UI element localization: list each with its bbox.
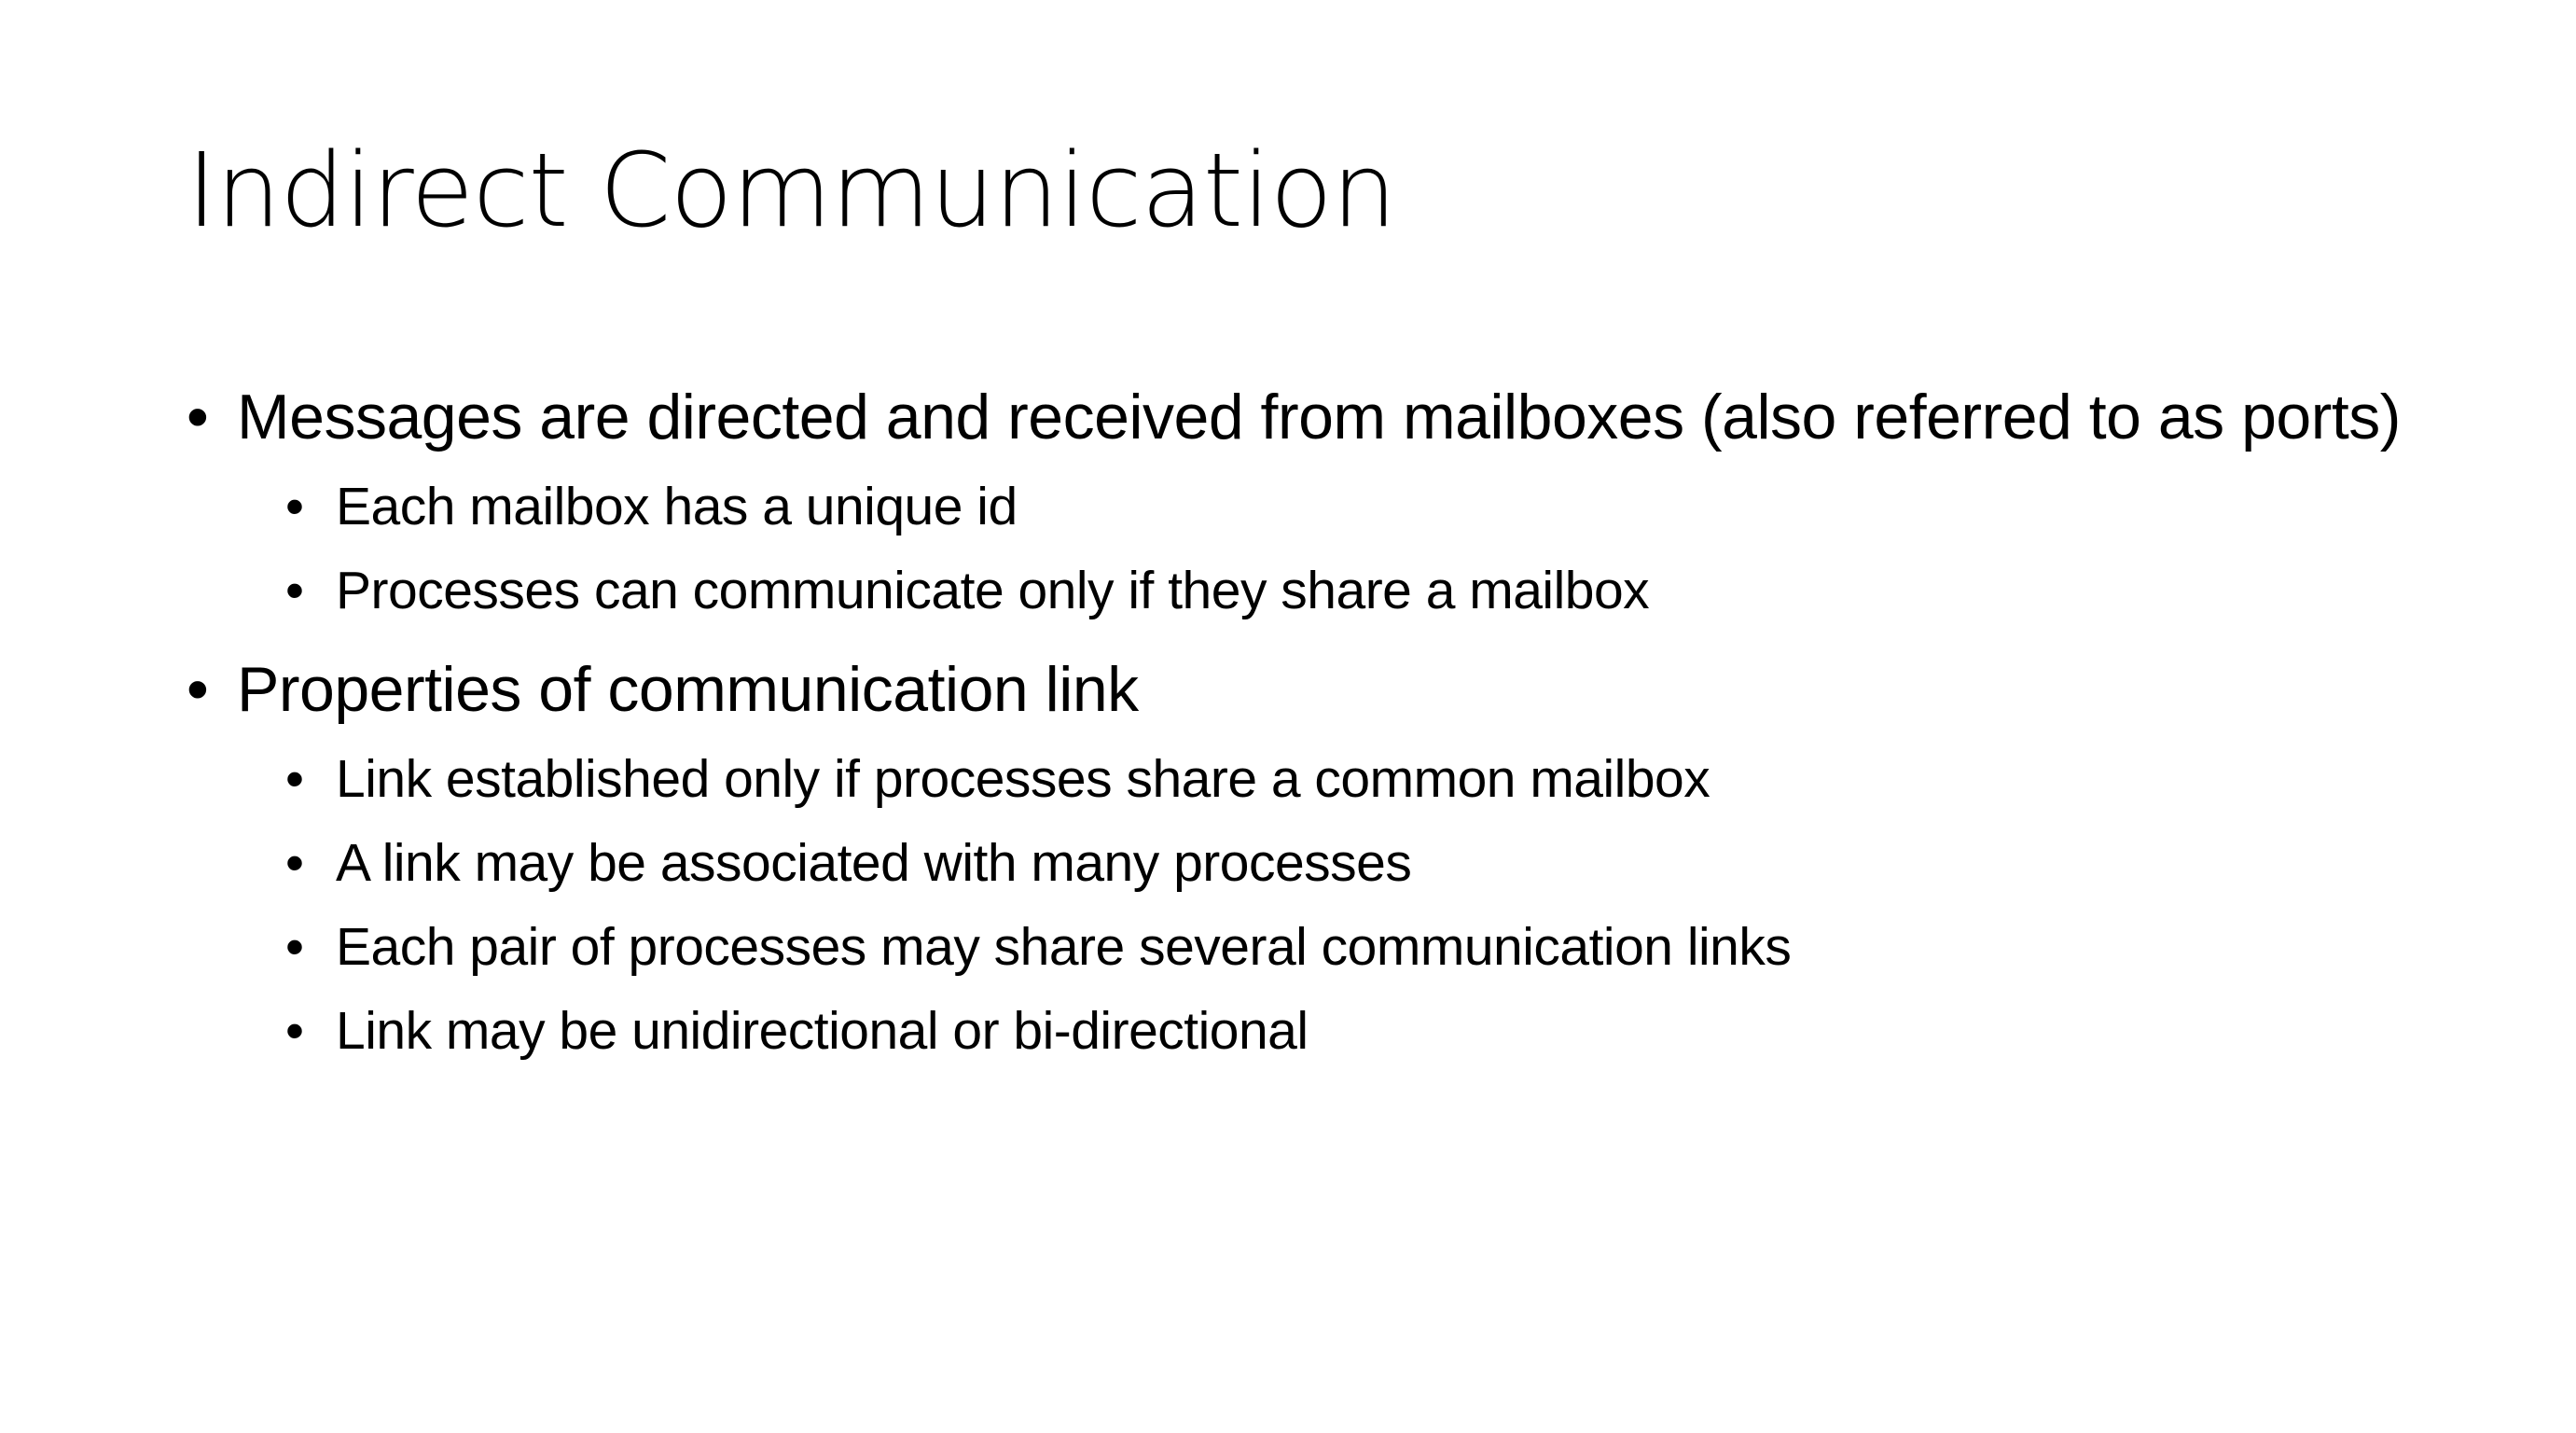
bullet-dot-icon: •: [285, 749, 304, 809]
bullet-item: • Properties of communication link • Lin…: [187, 647, 2406, 1073]
bullet-dot-icon: •: [187, 654, 209, 725]
sub-bullet-text: A link may be associated with many proce…: [336, 833, 1412, 893]
sub-bullet-item: • Each pair of processes may share sever…: [285, 905, 2406, 989]
bullet-dot-icon: •: [285, 561, 304, 620]
sub-bullet-text: Link established only if processes share…: [336, 749, 1710, 809]
slide-title: Indirect Communication: [187, 131, 1397, 250]
sub-bullet-text: Link may be unidirectional or bi-directi…: [336, 1001, 1309, 1061]
bullet-dot-icon: •: [285, 917, 304, 977]
bullet-dot-icon: •: [285, 1001, 304, 1061]
slide: Indirect Communication • Messages are di…: [0, 0, 2576, 1433]
bullet-list: • Messages are directed and received fro…: [187, 375, 2406, 1073]
sub-bullet-text: Each mailbox has a unique id: [336, 477, 1018, 536]
sub-bullet-item: • Processes can communicate only if they…: [285, 549, 2406, 633]
bullet-dot-icon: •: [285, 833, 304, 893]
bullet-text: Properties of communication link: [237, 654, 1139, 725]
sub-bullet-item: • Link established only if processes sha…: [285, 737, 2406, 821]
bullet-dot-icon: •: [285, 477, 304, 536]
sub-bullet-text: Each pair of processes may share several…: [336, 917, 1792, 977]
bullet-item: • Messages are directed and received fro…: [187, 375, 2406, 633]
sub-bullet-list: • Link established only if processes sha…: [237, 737, 2406, 1073]
slide-content: • Messages are directed and received fro…: [187, 375, 2406, 1088]
bullet-text: Messages are directed and received from …: [237, 382, 2401, 452]
sub-bullet-item: • Link may be unidirectional or bi-direc…: [285, 989, 2406, 1073]
sub-bullet-item: • Each mailbox has a unique id: [285, 465, 2406, 549]
bullet-dot-icon: •: [187, 382, 209, 452]
sub-bullet-text: Processes can communicate only if they s…: [336, 561, 1650, 620]
sub-bullet-list: • Each mailbox has a unique id • Process…: [237, 465, 2406, 633]
sub-bullet-item: • A link may be associated with many pro…: [285, 821, 2406, 905]
